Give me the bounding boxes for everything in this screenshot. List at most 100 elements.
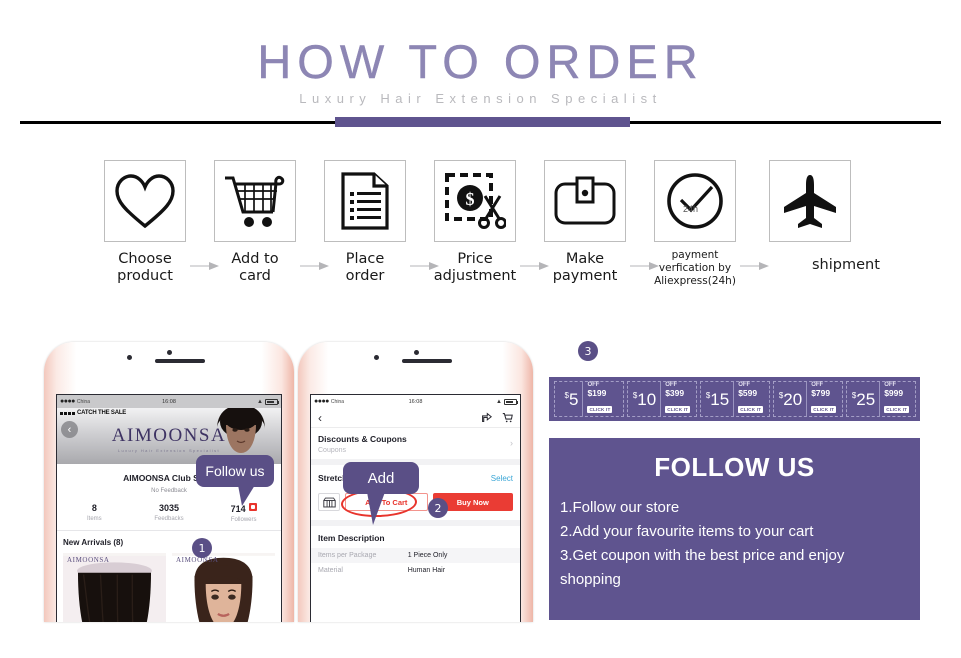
status-right: ▲ — [257, 398, 279, 405]
coupon-item[interactable]: $10 OFF $399 CLICK IT — [626, 381, 697, 417]
instruction-line: 2.Add your favourite items to your cart — [560, 523, 814, 540]
step-price-adjustment: $ Price adjustment — [429, 160, 521, 285]
step-icon-box — [214, 160, 296, 242]
stat-label: Feedbacks — [154, 516, 184, 522]
brand-tagline: Luxury Hair Extension Specialist — [117, 448, 221, 453]
heart-icon — [115, 174, 175, 229]
stat-value: 3035 — [158, 503, 180, 513]
follow-us-panel: FOLLOW US 1.Follow our store 2.Add your … — [549, 438, 920, 620]
phone-top-bezel — [44, 342, 294, 394]
description-value: 1 Piece Only — [407, 552, 448, 559]
coupon-item[interactable]: $15 OFF $599 CLICK IT — [699, 381, 770, 417]
coupon-details: OFF $199 CLICK IT — [582, 381, 613, 417]
coupon-strip: $5 OFF $199 CLICK IT $10 OFF $399 CLICK … — [549, 377, 920, 421]
coupon-cta-button[interactable]: CLICK IT — [884, 406, 910, 414]
document-icon — [341, 172, 389, 230]
signal-dots-icon: ●●●● — [314, 398, 329, 405]
coupon-item[interactable]: $25 OFF $999 CLICK IT — [845, 381, 916, 417]
arrow-right-icon — [740, 260, 770, 272]
status-time: 16:08 — [162, 398, 176, 405]
step-icon-box — [769, 160, 851, 242]
coupon-cta-button[interactable]: CLICK IT — [811, 406, 837, 414]
instruction-line: 3.Get coupon with the best price and enj… — [560, 547, 845, 564]
instruction-line: 1.Follow our store — [560, 499, 680, 516]
step-badge-2: 2 — [428, 498, 448, 518]
coupon-min-spend: $399 — [665, 387, 685, 398]
coupon-details: OFF $599 CLICK IT — [733, 381, 764, 417]
phone-screen: ●●●● China 16:08 ▲ ‹ Discounts & Coupons… — [310, 394, 521, 622]
coupon-item[interactable]: $5 OFF $199 CLICK IT — [553, 381, 624, 417]
step-label: shipment — [812, 257, 880, 273]
coupon-min-spend: $599 — [738, 387, 758, 398]
signal-dots-icon: ●●●● — [60, 398, 75, 405]
back-chevron-icon[interactable]: ‹ — [318, 411, 322, 425]
follow-us-bubble: Follow us — [196, 455, 274, 506]
step-icon-box — [324, 160, 406, 242]
phone-screen: ●●●● China 16:08 ▲ CATCH THE SALE ‹ AIMO… — [56, 394, 282, 622]
carrier-label: China — [76, 398, 90, 405]
discounts-coupons-row[interactable]: Discounts & Coupons Coupons › — [311, 428, 520, 465]
clock-check-icon: 24h — [667, 173, 723, 229]
status-right: ▲ — [496, 398, 518, 405]
store-icon[interactable] — [318, 493, 340, 511]
front-camera-icon — [127, 355, 132, 360]
bubble-tail-icon — [238, 485, 255, 506]
add-bubble: Add — [343, 462, 419, 525]
status-bar: ●●●● China 16:08 ▲ — [311, 395, 520, 408]
row-subtitle: Coupons — [318, 447, 347, 454]
svg-text:24h: 24h — [683, 204, 698, 214]
description-key: Material — [318, 567, 343, 574]
back-chevron-icon[interactable]: ‹ — [61, 421, 78, 438]
step-label: Add to card — [231, 251, 279, 284]
coupon-amount: $5 — [564, 389, 579, 409]
wifi-icon: ▲ — [257, 398, 263, 405]
share-icon[interactable] — [481, 412, 492, 423]
cart-icon — [225, 175, 285, 227]
coupon-amount: $10 — [632, 389, 657, 409]
store-stats: 8 Items 3035 Feedbacks 714 Followers — [57, 503, 281, 531]
brand-logo: AIMOONSA Luxury Hair Extension Specialis… — [112, 425, 226, 453]
instruction-line: shopping — [560, 571, 621, 588]
product-top-bar: ‹ — [311, 408, 520, 428]
catch-the-sale-badge: CATCH THE SALE — [60, 410, 126, 416]
bubble-label: Follow us — [205, 463, 265, 479]
step-shipment: shipment — [764, 160, 880, 273]
sensor-dot-icon — [413, 350, 419, 355]
status-left: ●●●● China — [314, 398, 344, 405]
step-icon-box: $ — [434, 160, 516, 242]
coupon-amount: $25 — [851, 389, 876, 409]
coupon-cta-button[interactable]: CLICK IT — [665, 406, 691, 414]
earpiece-speaker — [401, 359, 452, 363]
select-link[interactable]: Select — [491, 474, 513, 483]
carrier-label: China — [330, 398, 344, 405]
coupon-details: OFF $399 CLICK IT — [660, 381, 691, 417]
chevron-right-icon: › — [510, 438, 513, 448]
coupon-amount: $20 — [778, 389, 803, 409]
stat-value: 8 — [91, 503, 97, 513]
coupon-cta-button[interactable]: CLICK IT — [738, 406, 764, 414]
coupon-min-spend: $199 — [587, 387, 607, 398]
cart-icon[interactable] — [502, 412, 513, 423]
sensor-dot-icon — [167, 350, 172, 355]
page-title: HOW TO ORDER — [257, 35, 704, 88]
bubble-tail-icon — [367, 492, 385, 525]
step-label: Price adjustment — [433, 251, 517, 284]
phone-top-bezel — [298, 342, 533, 394]
page-subtitle: Luxury Hair Extension Specialist — [299, 91, 662, 106]
page-header: HOW TO ORDER Luxury Hair Extension Speci… — [0, 0, 961, 130]
step-label: payment verfication by Aliexpress(24h) — [654, 249, 736, 287]
coupon-cta-button[interactable]: CLICK IT — [587, 406, 613, 414]
stat-label: Items — [87, 516, 102, 522]
front-camera-icon — [373, 355, 379, 360]
step-add-to-cart: Add to card — [209, 160, 301, 285]
earpiece-speaker — [155, 359, 205, 363]
step-label: Make payment — [552, 251, 618, 284]
stat-feedbacks: 3035 Feedbacks — [132, 503, 207, 523]
row-title: Discounts & Coupons — [318, 434, 407, 444]
status-bar: ●●●● China 16:08 ▲ — [57, 395, 281, 408]
product-tile[interactable]: AIMOONSA — [172, 553, 275, 622]
product-tile[interactable]: AIMOONSA — [63, 553, 166, 622]
follow-us-instructions: 1.Follow our store 2.Add your favourite … — [549, 483, 920, 592]
coupon-item[interactable]: $20 OFF $799 CLICK IT — [772, 381, 843, 417]
wallet-icon — [554, 176, 616, 225]
